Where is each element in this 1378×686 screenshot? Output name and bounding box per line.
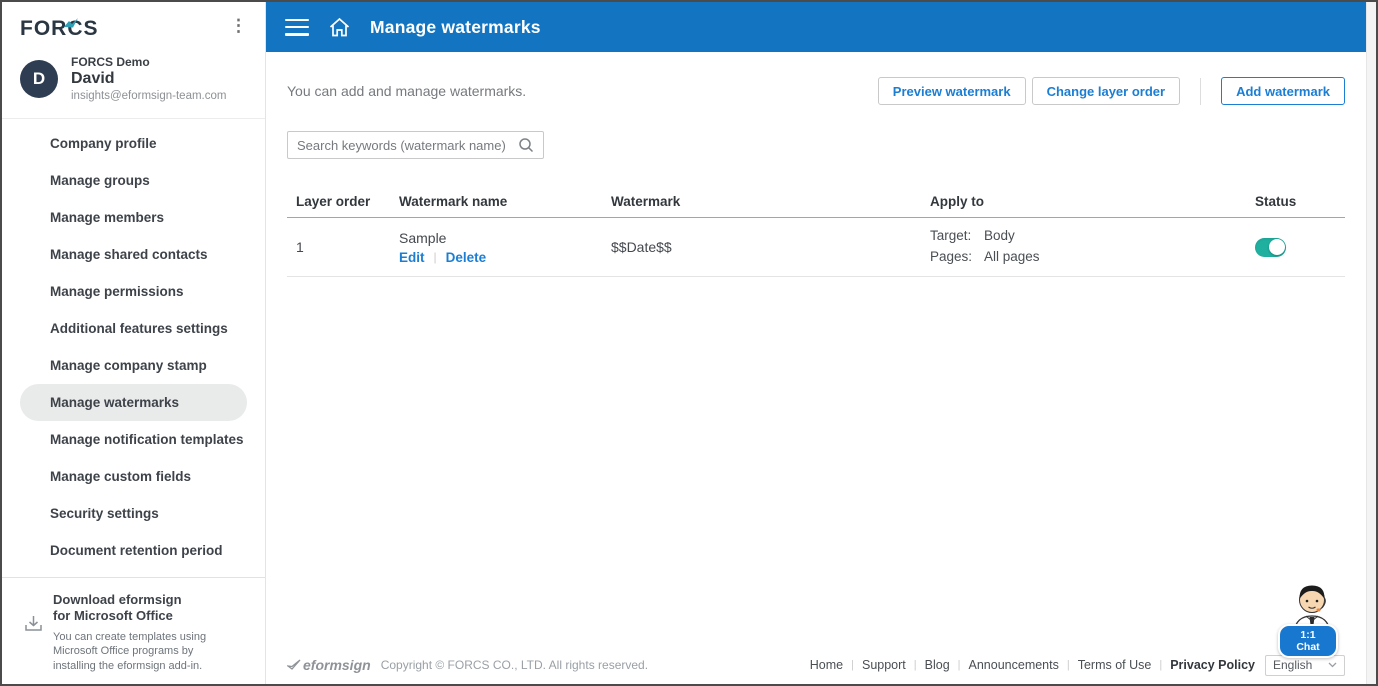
cell-layer-order: 1	[296, 239, 304, 255]
content: You can add and manage watermarks. Previ…	[266, 52, 1366, 684]
footer-links: Home | Support | Blog | Announcements | Term…	[810, 654, 1345, 676]
sidebar-item-label: Manage company stamp	[50, 358, 207, 373]
avatar: D	[20, 59, 58, 98]
search-icon[interactable]	[518, 137, 534, 153]
search-box	[287, 131, 544, 159]
kebab-menu-icon[interactable]: ⋮	[224, 17, 253, 35]
profile-email: insights@eformsign-team.com	[71, 90, 227, 102]
sidebar-item-label: Manage members	[50, 210, 165, 225]
topbar: Manage watermarks	[266, 2, 1366, 52]
sidebar-item-label: Document retention period	[50, 543, 223, 558]
forcs-logo: FORCS	[20, 17, 99, 41]
sidebar-item-label: Manage shared contacts	[50, 247, 208, 262]
watermarks-table: Layer order Watermark name Watermark App…	[287, 185, 1345, 277]
pages-value: All pages	[984, 249, 1040, 264]
sidebar-item-label: Company profile	[50, 136, 157, 151]
sidebar-item-document-retention-period[interactable]: Document retention period	[20, 532, 247, 569]
sidebar-item-label: Manage groups	[50, 173, 150, 188]
sidebar-item-label: Manage permissions	[50, 284, 184, 299]
sidebar-item-company-profile[interactable]: Company profile	[20, 125, 247, 162]
sidebar-item-manage-permissions[interactable]: Manage permissions	[20, 273, 247, 310]
sidebar-item-manage-watermarks[interactable]: Manage watermarks	[20, 384, 247, 421]
footer: eformsign Copyright © FORCS CO., LTD. Al…	[287, 652, 1345, 684]
col-header-status: Status	[1255, 193, 1297, 209]
footer-link-home[interactable]: Home	[810, 658, 843, 672]
eformsign-logo-icon	[287, 659, 301, 670]
col-header-watermark: Watermark	[611, 193, 681, 209]
target-value: Body	[984, 228, 1015, 244]
eformsign-logo-text: eformsign	[303, 657, 371, 673]
col-header-apply-to: Apply to	[930, 193, 984, 209]
sidebar-item-security-settings[interactable]: Security settings	[20, 495, 247, 532]
sidebar-item-label: Manage watermarks	[50, 395, 180, 410]
footer-link-terms-of-use[interactable]: Terms of Use	[1078, 658, 1152, 672]
table-header: Layer order Watermark name Watermark App…	[287, 185, 1345, 218]
target-label: Target:	[930, 228, 972, 244]
cell-watermark-name: Sample Edit | Delete	[399, 230, 611, 265]
page-description: You can add and manage watermarks.	[287, 83, 527, 99]
forcs-logo-text: FORCS	[20, 17, 99, 40]
download-title: Download eformsign for Microsoft Office	[53, 592, 182, 624]
col-header-layer-order: Layer order	[296, 193, 371, 209]
sidebar-item-label: Manage notification templates	[50, 432, 244, 447]
download-text: Download eformsign for Microsoft Office …	[53, 592, 221, 674]
download-description: You can create templates using Microsoft…	[53, 630, 207, 673]
footer-link-support[interactable]: Support	[862, 658, 906, 672]
language-value: English	[1273, 658, 1313, 672]
toggle-knob	[1268, 239, 1285, 255]
app-window: FORCS ⋮ D FORCS Demo David insights@efor…	[0, 0, 1378, 686]
profile-company: FORCS Demo	[71, 55, 150, 69]
copyright-text: Copyright © FORCS CO., LTD. All rights r…	[380, 658, 649, 672]
action-buttons: Preview watermark Change layer order Add…	[872, 77, 1345, 105]
sidebar-nav: Company profile Manage groups Manage mem…	[2, 119, 265, 569]
sidebar-item-label: Manage custom fields	[50, 469, 192, 484]
sidebar-item-manage-custom-fields[interactable]: Manage custom fields	[20, 458, 247, 495]
profile-name: David	[71, 70, 115, 87]
sidebar-item-label: Security settings	[50, 506, 159, 521]
sidebar-item-manage-company-stamp[interactable]: Manage company stamp	[20, 347, 247, 384]
footer-link-privacy-policy[interactable]: Privacy Policy	[1170, 658, 1255, 672]
main-area: Manage watermarks You can add and manage…	[266, 2, 1366, 684]
col-header-watermark-name: Watermark name	[399, 193, 508, 209]
button-divider	[1200, 77, 1202, 105]
sidebar-item-manage-notification-templates[interactable]: Manage notification templates	[20, 421, 247, 458]
status-toggle[interactable]	[1255, 237, 1286, 257]
search-input[interactable]	[297, 137, 518, 153]
scrollbar[interactable]	[1366, 2, 1376, 684]
sidebar-header: FORCS ⋮	[2, 2, 265, 47]
edit-link[interactable]: Edit	[399, 250, 425, 265]
cell-apply-to: Target: Body Pages: All pages	[930, 226, 1255, 268]
pages-label: Pages:	[930, 249, 973, 264]
table-row: 1 Sample Edit | Delete $$Date$$ Target:	[287, 218, 1345, 277]
sidebar-item-manage-shared-contacts[interactable]: Manage shared contacts	[20, 236, 247, 273]
footer-link-announcements[interactable]: Announcements	[969, 658, 1059, 672]
cell-status	[1255, 237, 1345, 257]
link-separator: |	[433, 250, 437, 264]
footer-link-blog[interactable]: Blog	[925, 658, 950, 672]
sidebar-item-additional-features-settings[interactable]: Additional features settings	[20, 310, 247, 347]
add-watermark-button[interactable]: Add watermark	[1221, 77, 1345, 105]
hamburger-menu-icon[interactable]	[285, 18, 309, 36]
download-icon	[24, 614, 43, 674]
chat-button[interactable]: 1:1 Chat	[1278, 624, 1338, 658]
sidebar-item-label: Additional features settings	[50, 321, 228, 336]
profile-text: FORCS Demo David insights@eformsign-team…	[71, 55, 226, 102]
user-profile[interactable]: D FORCS Demo David insights@eformsign-te…	[2, 47, 265, 119]
watermark-name: Sample	[399, 229, 447, 246]
download-addin-section[interactable]: Download eformsign for Microsoft Office …	[2, 577, 265, 684]
sidebar-item-manage-members[interactable]: Manage members	[20, 199, 247, 236]
preview-watermark-button[interactable]: Preview watermark	[877, 77, 1026, 105]
forcs-logo-check-icon	[64, 10, 79, 34]
cell-watermark: $$Date$$	[611, 239, 672, 255]
page-title: Manage watermarks	[370, 16, 541, 37]
delete-link[interactable]: Delete	[446, 250, 487, 265]
chat-widget[interactable]: 1:1 Chat	[1278, 580, 1338, 658]
sidebar-item-manage-groups[interactable]: Manage groups	[20, 162, 247, 199]
change-layer-order-button[interactable]: Change layer order	[1031, 77, 1181, 105]
home-icon[interactable]	[328, 17, 351, 38]
chevron-down-icon	[1328, 662, 1337, 668]
sidebar: FORCS ⋮ D FORCS Demo David insights@efor…	[2, 2, 266, 684]
eformsign-footer-logo: eformsign	[287, 657, 371, 673]
